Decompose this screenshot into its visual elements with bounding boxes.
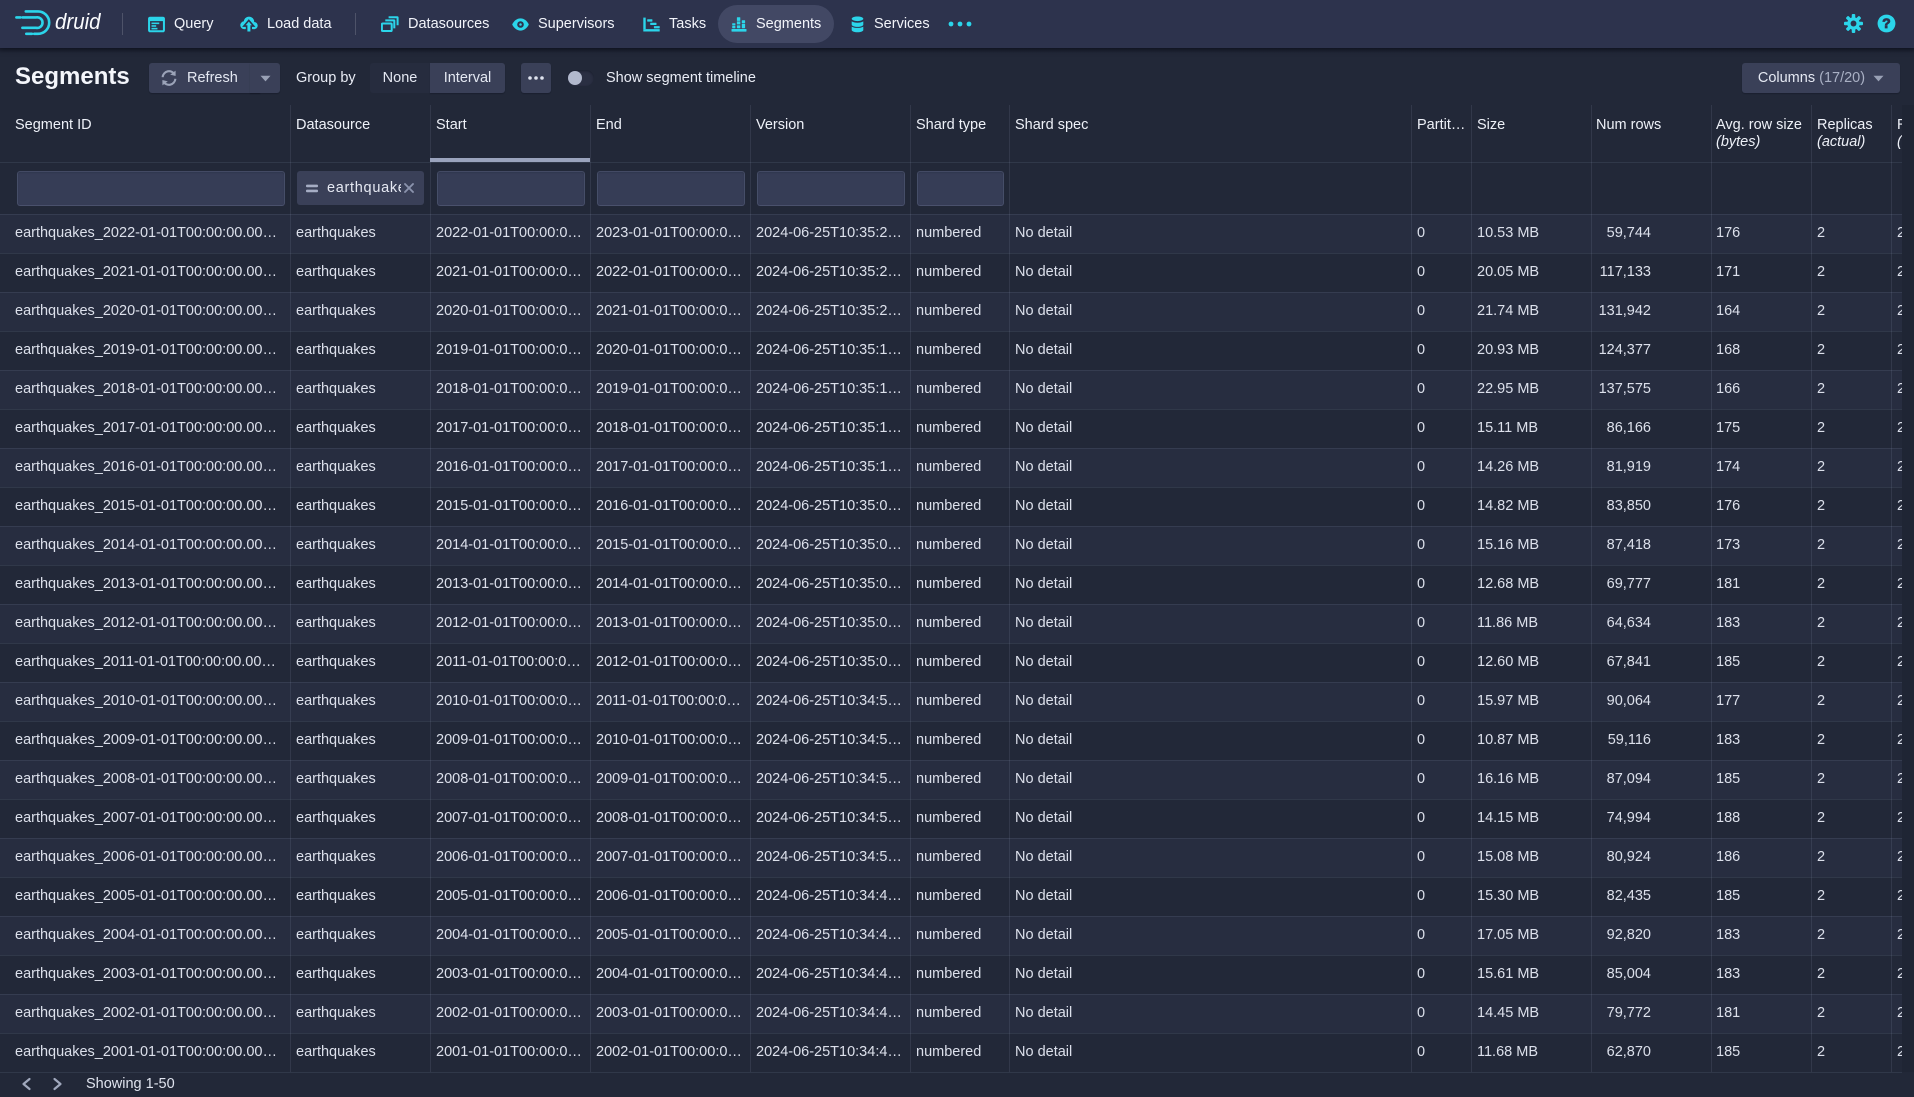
- svg-text:?: ?: [1882, 16, 1890, 31]
